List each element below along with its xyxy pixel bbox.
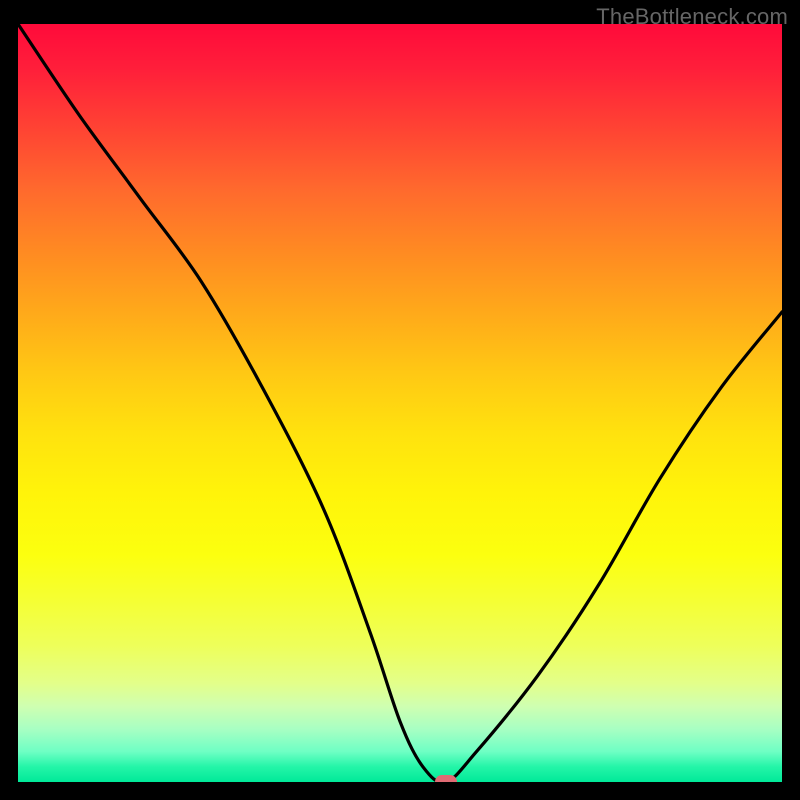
optimal-point-marker <box>435 775 457 782</box>
watermark-text: TheBottleneck.com <box>596 4 788 30</box>
chart-frame: TheBottleneck.com <box>0 0 800 800</box>
bottleneck-curve <box>18 24 782 782</box>
plot-area <box>18 24 782 782</box>
